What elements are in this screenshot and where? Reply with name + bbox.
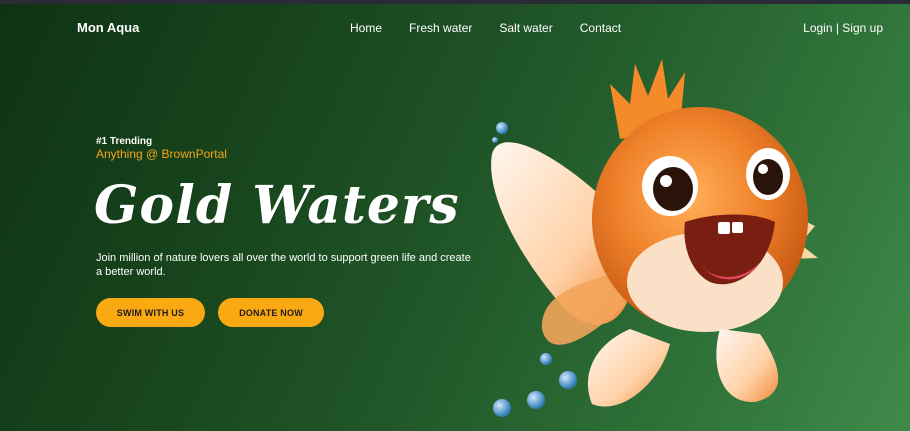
bottom-fin-left (587, 329, 670, 407)
donate-now-button[interactable]: DONATE NOW (218, 298, 324, 327)
bubble-icon (540, 353, 552, 365)
bubble-icon (496, 122, 508, 134)
tooth (718, 222, 730, 234)
bubble-icon (527, 391, 545, 409)
nav-contact[interactable]: Contact (580, 21, 621, 35)
nav-salt-water[interactable]: Salt water (499, 21, 552, 35)
trending-tag: #1 Trending (96, 136, 153, 147)
bottom-fin-right (716, 329, 779, 403)
hero-section: Mon Aqua Home Fresh water Salt water Con… (0, 4, 910, 431)
brand-logo[interactable]: Mon Aqua (77, 20, 139, 35)
nav-home[interactable]: Home (350, 21, 382, 35)
hero-subtitle: Anything @ BrownPortal (96, 147, 227, 161)
nav-fresh-water[interactable]: Fresh water (409, 21, 472, 35)
goldfish-illustration (491, 59, 818, 417)
main-nav: Home Fresh water Salt water Contact (350, 21, 621, 35)
hero-description: Join million of nature lovers all over t… (96, 252, 471, 278)
swim-with-us-button[interactable]: SWIM WITH US (96, 298, 205, 327)
hero-title: Gold Waters (94, 175, 460, 236)
login-signup-link[interactable]: Login | Sign up (803, 21, 883, 35)
bubble-icon (493, 399, 511, 417)
auth-links: Login | Sign up (803, 21, 883, 35)
bubble-icon (559, 371, 577, 389)
